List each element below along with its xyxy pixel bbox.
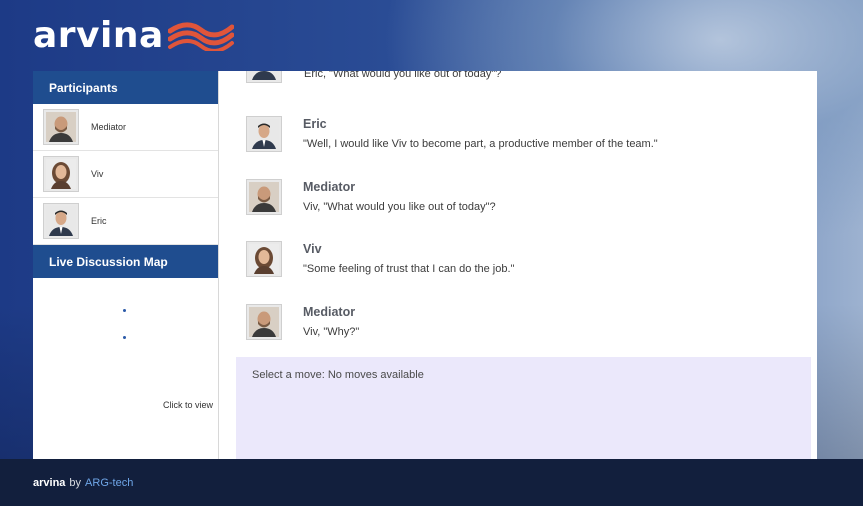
left-sidebar: Participants Mediator Viv Eric Live Disc… — [33, 71, 219, 459]
dialogue-message: Eric "Well, I would like Viv to become p… — [246, 116, 658, 152]
mediator-avatar — [43, 109, 79, 145]
footer-by: by — [69, 476, 82, 489]
speaker-name: Viv — [303, 242, 322, 256]
message-text: Viv, "Why?" — [303, 326, 360, 338]
mediator-avatar — [246, 304, 282, 340]
arvina-logo[interactable]: arvina — [33, 14, 234, 58]
message-text: "Some feeling of trust that I can do the… — [303, 263, 515, 275]
participant-viv[interactable]: Viv — [33, 151, 218, 198]
live-discussion-map-title: Live Discussion Map — [49, 254, 168, 269]
dialogue-message-partial: Eric, "What would you like out of today"… — [219, 71, 817, 83]
speaker-name: Eric — [303, 117, 327, 131]
map-node — [123, 336, 126, 339]
message-text: "Well, I would like Viv to become part, … — [303, 138, 658, 150]
viv-avatar — [43, 156, 79, 192]
dialogue-message: Mediator Viv, "What would you like out o… — [246, 179, 496, 215]
map-node — [123, 309, 126, 312]
live-discussion-map-header[interactable]: Live Discussion Map — [33, 245, 218, 278]
message-text: Viv, "What would you like out of today"? — [303, 201, 496, 213]
participants-header: Participants — [33, 71, 218, 104]
viv-avatar — [246, 241, 282, 277]
move-prompt: Select a move: No moves available — [252, 369, 424, 381]
footer-brand: arvina — [33, 476, 66, 489]
speaker-name: Mediator — [303, 305, 356, 319]
participant-eric[interactable]: Eric — [33, 198, 218, 245]
dialogue-message: Mediator Viv, "Why?" — [246, 304, 359, 340]
dialogue-panel: Eric, "What would you like out of today"… — [219, 71, 817, 459]
move-selection-area[interactable]: Select a move: No moves available — [236, 357, 811, 459]
eric-avatar — [246, 71, 282, 83]
message-text: Eric, "What would you like out of today"… — [304, 71, 502, 80]
participant-name: Eric — [91, 216, 107, 226]
speaker-name: Mediator — [303, 180, 356, 194]
logo-text: arvina — [33, 15, 164, 56]
participant-mediator[interactable]: Mediator — [33, 104, 218, 151]
mediator-avatar — [246, 179, 282, 215]
footer: arvina by ARG-tech — [0, 459, 863, 506]
wave-logo-icon — [167, 22, 234, 51]
click-to-view-link[interactable]: Click to view — [163, 400, 213, 410]
participant-name: Viv — [91, 169, 104, 179]
eric-avatar — [246, 116, 282, 152]
participants-title: Participants — [49, 80, 118, 95]
participant-name: Mediator — [91, 122, 127, 132]
eric-avatar — [43, 203, 79, 239]
arg-tech-link[interactable]: ARG-tech — [85, 477, 133, 489]
discussion-map[interactable]: Click to view — [33, 278, 218, 446]
dialogue-message: Viv "Some feeling of trust that I can do… — [246, 241, 514, 277]
